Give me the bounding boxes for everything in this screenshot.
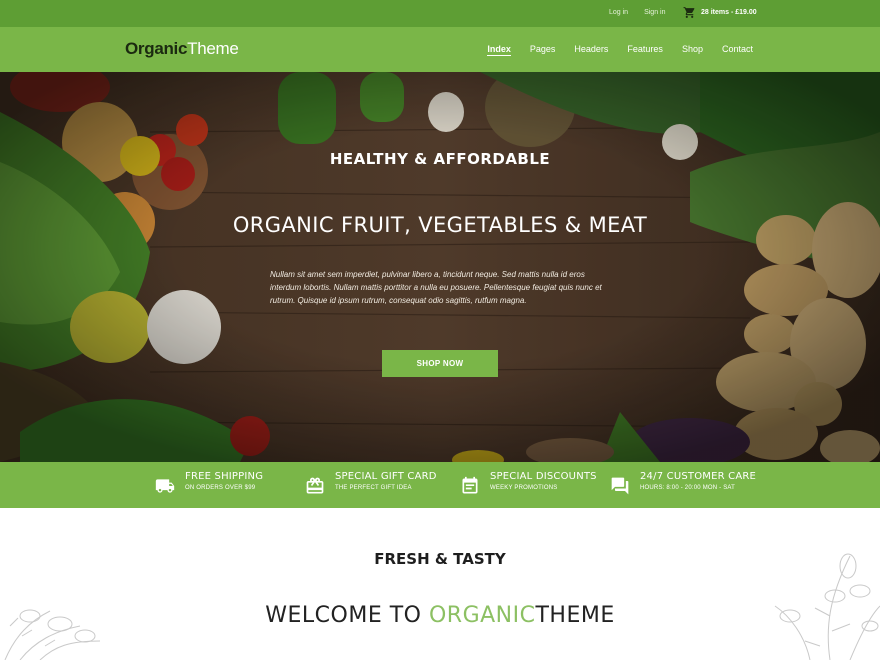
site-logo[interactable]: OrganicTheme [125,39,239,59]
calendar-icon [462,476,478,494]
welcome-title-accent: ORGANIC [428,603,536,628]
hero-background-image [0,72,880,462]
shop-now-button[interactable]: SHOP NOW [382,350,498,377]
nav-pages[interactable]: Pages [530,44,556,56]
nav-headers[interactable]: Headers [574,44,608,56]
welcome-title-post: THEME [535,603,615,628]
features-strip: FREE SHIPPING ON ORDERS OVER $99 SPECIAL… [0,462,880,508]
feature-subtitle: WEEKY PROMOTIONS [490,485,558,491]
main-menu: Index Pages Headers Features Shop Contac… [487,44,753,56]
logo-part-theme: Theme [187,39,239,58]
top-utility-bar: Log in Sign in 28 items - £19.00 [0,0,880,27]
truck-icon [155,479,175,493]
mini-cart[interactable]: 28 items - £19.00 [683,6,757,19]
signin-link[interactable]: Sign in [644,9,665,16]
logo-part-organic: Organic [125,39,188,58]
feature-gift-card: SPECIAL GIFT CARD THE PERFECT GIFT IDEA [305,471,437,496]
feature-title: 24/7 CUSTOMER CARE [640,471,757,482]
hero-tagline: HEALTHY & AFFORDABLE [329,150,551,168]
nav-index[interactable]: Index [487,44,511,56]
nav-shop[interactable]: Shop [682,44,703,56]
hero-banner: HEALTHY & AFFORDABLE ORGANIC FRUIT, VEGE… [0,72,880,462]
feature-subtitle: THE PERFECT GIFT IDEA [335,485,412,491]
hero-description: Nullam sit amet sem imperdiet, pulvinar … [270,270,602,305]
feature-free-shipping: FREE SHIPPING ON ORDERS OVER $99 [155,471,263,496]
gift-card-icon [306,477,324,494]
welcome-section: FRESH & TASTY WELCOME TO ORGANICTHEME [0,508,880,660]
feature-title: SPECIAL DISCOUNTS [490,471,597,482]
welcome-title-pre: WELCOME TO [265,603,429,628]
feature-subtitle: ON ORDERS OVER $99 [185,485,256,491]
feature-special-discounts: SPECIAL DISCOUNTS WEEKY PROMOTIONS [460,471,597,496]
cart-summary: 28 items - £19.00 [701,9,757,16]
main-navbar: OrganicTheme Index Pages Headers Feature… [0,27,880,72]
welcome-title: WELCOME TO ORGANICTHEME [0,603,880,628]
nav-contact[interactable]: Contact [722,44,753,56]
feature-title: SPECIAL GIFT CARD [335,471,437,482]
login-link[interactable]: Log in [609,9,628,16]
nav-features[interactable]: Features [627,44,663,56]
feature-title: FREE SHIPPING [185,471,264,482]
chat-icon [611,477,629,495]
account-links: Log in Sign in [609,9,665,16]
welcome-kicker: FRESH & TASTY [374,550,506,568]
cart-icon [683,7,695,18]
feature-customer-care: 24/7 CUSTOMER CARE HOURS: 8:00 - 20:00 M… [610,471,756,496]
feature-subtitle: HOURS: 8:00 - 20:00 MON - SAT [640,485,736,491]
hero-title: ORGANIC FRUIT, VEGETABLES & MEAT [232,213,648,237]
